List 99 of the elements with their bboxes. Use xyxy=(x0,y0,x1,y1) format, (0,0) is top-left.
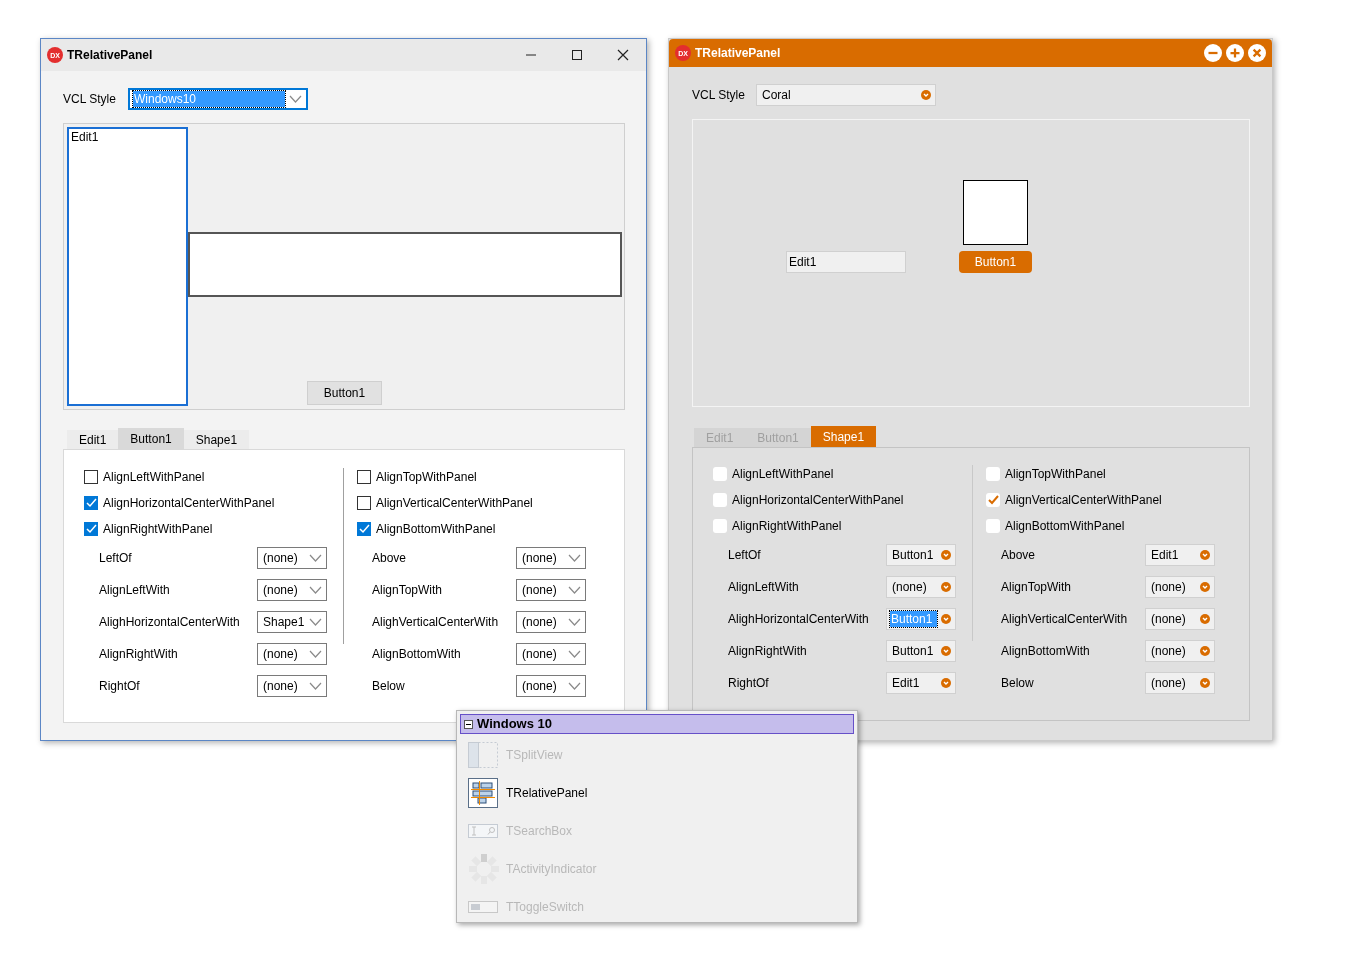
tab[interactable]: Edit1 xyxy=(67,430,119,449)
checkbox[interactable] xyxy=(357,522,371,536)
dropdown[interactable]: (none) xyxy=(257,579,327,601)
field-label: AlighVerticalCenterWith xyxy=(1000,611,1129,628)
dropdown-arrow-icon xyxy=(941,550,951,560)
dropdown[interactable]: Edit1 xyxy=(1145,544,1215,566)
field-label: VCL Style xyxy=(63,91,117,108)
dropdown-arrow-icon xyxy=(941,646,951,656)
field-label: RightOf xyxy=(727,675,770,692)
category-header[interactable]: Windows 10 xyxy=(460,714,854,734)
dropdown-arrow-icon xyxy=(941,582,951,592)
dropdown-arrow-icon xyxy=(1200,614,1210,624)
dropdown-arrow-icon xyxy=(1200,582,1210,592)
checkbox-label: AlignVerticalCenterWithPanel xyxy=(376,495,533,512)
checkbox[interactable] xyxy=(84,496,98,510)
checkbox-label: AlignBottomWithPanel xyxy=(1005,518,1125,535)
field-label: Below xyxy=(371,678,406,695)
field-label: AlignBottomWith xyxy=(371,646,462,663)
dropdown-arrow-icon xyxy=(1200,678,1210,688)
field-label: AlighVerticalCenterWith xyxy=(371,614,500,631)
checkbox[interactable] xyxy=(986,467,1000,481)
checkbox-label: AlignHorizontalCenterWithPanel xyxy=(732,492,904,509)
checkbox-label: AlignLeftWithPanel xyxy=(103,469,205,486)
checkbox-label: AlignTopWithPanel xyxy=(376,469,477,486)
search-box-icon xyxy=(468,824,498,838)
close-icon xyxy=(617,49,629,61)
dropdown[interactable]: (none) xyxy=(516,547,586,569)
dropdown[interactable]: Button1 xyxy=(886,640,956,662)
checkbox[interactable] xyxy=(357,496,371,510)
checkbox-label: AlignRightWithPanel xyxy=(103,521,213,538)
tab[interactable]: Button1 xyxy=(118,428,184,449)
field-label: Below xyxy=(1000,675,1035,692)
dropdown-arrow-icon xyxy=(1200,646,1210,656)
window-title: TRelativePanel xyxy=(695,45,781,62)
checkbox-label: AlignLeftWithPanel xyxy=(732,466,834,483)
dropdown[interactable]: (none) xyxy=(1145,608,1215,630)
dropdown[interactable]: (none) xyxy=(1145,672,1215,694)
field-label: AlignLeftWith xyxy=(98,582,171,599)
relative-panel-icon xyxy=(468,778,498,808)
field-label: AlighHorizontalCenterWith xyxy=(727,611,870,628)
close-button[interactable] xyxy=(1248,44,1266,62)
checkbox-label: AlignTopWithPanel xyxy=(1005,466,1106,483)
field-label: Above xyxy=(371,550,408,567)
dropdown[interactable]: (none) xyxy=(257,675,327,697)
dropdown[interactable]: (none) xyxy=(516,675,586,697)
checkbox[interactable] xyxy=(357,470,371,484)
checkbox[interactable] xyxy=(986,519,1000,533)
field-label: AlignTopWith xyxy=(371,582,444,599)
checkbox[interactable] xyxy=(713,519,727,533)
dropdown[interactable]: Edit1 xyxy=(886,672,956,694)
checkbox[interactable] xyxy=(84,522,98,536)
rectangle-drawing xyxy=(963,180,1028,245)
field-label: AlignRightWith xyxy=(727,643,808,660)
dropdown-arrow-icon xyxy=(941,678,951,688)
field-label: AlignLeftWith xyxy=(727,579,800,596)
dropdown[interactable]: (none) xyxy=(516,579,586,601)
component-item[interactable]: TRelativePanel xyxy=(506,784,588,802)
dropdown[interactable]: (none) xyxy=(1145,640,1215,662)
dropdown[interactable]: (none) xyxy=(257,547,327,569)
category-title: Windows 10 xyxy=(477,715,552,734)
collapse-toggle[interactable] xyxy=(464,719,473,729)
field-label: AlignRightWith xyxy=(98,646,179,663)
dropdown[interactable]: Shape1 xyxy=(257,611,327,633)
dropdown[interactable]: (none) xyxy=(1145,576,1215,598)
toggle-switch-icon xyxy=(468,901,498,913)
field-label: VCL Style xyxy=(692,87,746,104)
activity-indicator-icon xyxy=(468,853,500,885)
field-label: LeftOf xyxy=(727,547,762,564)
field-label: AlignTopWith xyxy=(1000,579,1073,596)
checkbox[interactable] xyxy=(986,493,1000,507)
dropdown[interactable]: Button1 xyxy=(886,544,956,566)
tab[interactable]: Shape1 xyxy=(183,430,250,449)
field-label: LeftOf xyxy=(98,550,133,567)
checkbox-label: AlignBottomWithPanel xyxy=(376,521,496,538)
window-title: TRelativePanel xyxy=(67,47,153,64)
field-label: RightOf xyxy=(98,678,141,695)
field-label: AlignBottomWith xyxy=(1000,643,1091,660)
minimize-button[interactable] xyxy=(1204,44,1222,62)
dropdown[interactable]: (none) xyxy=(516,611,586,633)
edit-field[interactable]: Edit1 xyxy=(786,251,906,273)
checkbox[interactable] xyxy=(713,493,727,507)
checkbox-label: AlignRightWithPanel xyxy=(732,518,842,535)
edit-field[interactable]: Edit1 xyxy=(67,127,188,406)
dropdown-arrow-icon xyxy=(1200,550,1210,560)
style-dropdown[interactable]: Coral xyxy=(756,84,936,106)
maximize-icon xyxy=(571,49,583,61)
dropdown[interactable]: (none) xyxy=(516,643,586,665)
dropdown-arrow-icon xyxy=(941,614,951,624)
checkbox[interactable] xyxy=(713,467,727,481)
checkbox-label: AlignHorizontalCenterWithPanel xyxy=(103,495,275,512)
dropdown[interactable]: (none) xyxy=(257,643,327,665)
button[interactable]: Button1 xyxy=(307,381,382,405)
split-view-icon xyxy=(468,742,498,768)
dropdown[interactable]: (none) xyxy=(886,576,956,598)
dropdown-arrow-icon xyxy=(921,90,931,100)
checkbox-label: AlignVerticalCenterWithPanel xyxy=(1005,492,1162,509)
field-label: Above xyxy=(1000,547,1037,564)
checkbox[interactable] xyxy=(84,470,98,484)
field-label: AlighHorizontalCenterWith xyxy=(98,614,241,631)
